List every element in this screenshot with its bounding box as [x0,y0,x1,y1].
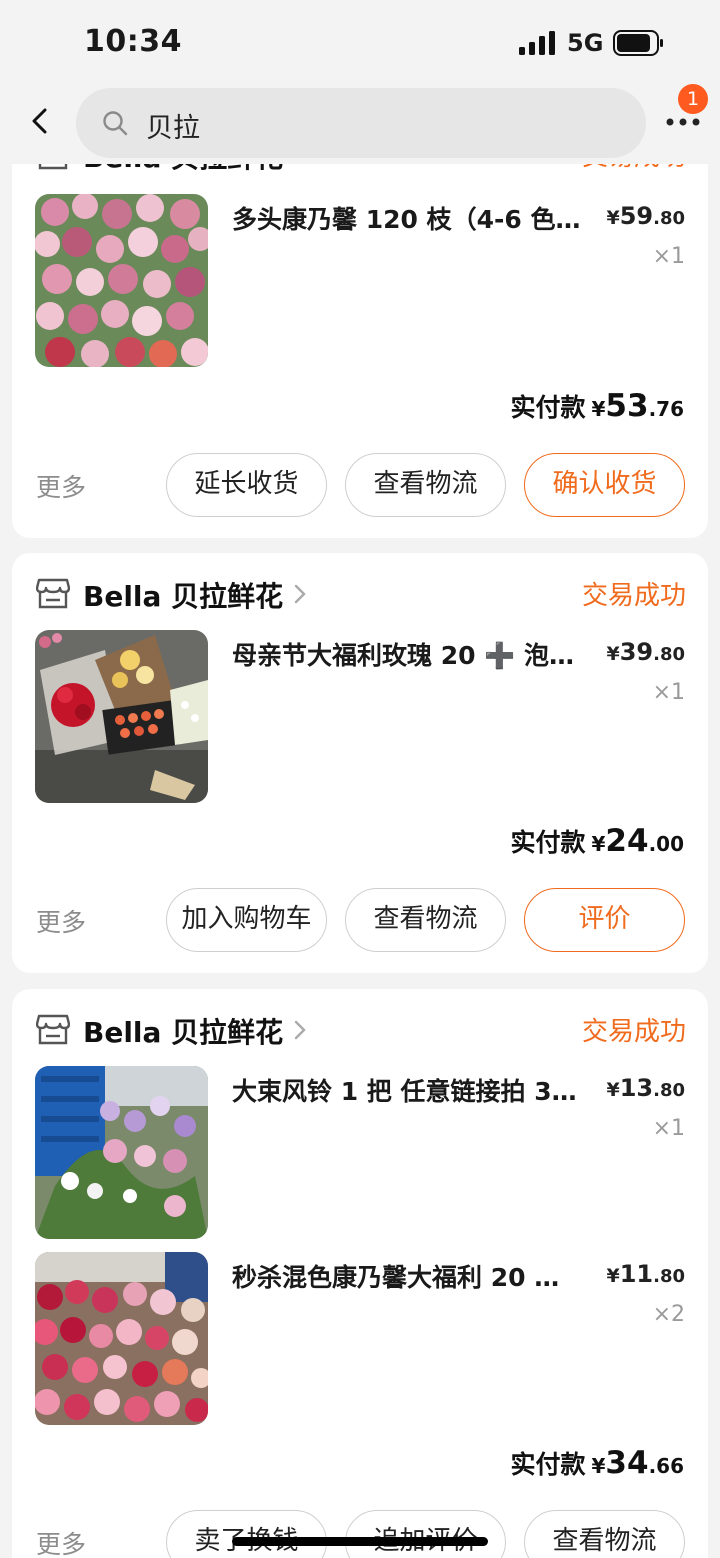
product-title[interactable]: 多头康乃馨 120 枝（4-6 色… [232,200,582,236]
add-to-cart-button[interactable]: 加入购物车 [166,888,327,952]
product-image[interactable] [35,1066,208,1239]
more-dots-icon[interactable] [664,114,704,130]
product-price: ¥11.80 [606,1260,685,1288]
order-card[interactable]: Bella 贝拉鲜花 交易成功 [12,989,708,1558]
product-quantity: ×2 [652,1302,685,1327]
order-status: 交易成功 [581,581,686,611]
product-price: ¥59.80 [606,202,685,230]
more-actions[interactable]: 更多 [36,903,86,939]
product-title[interactable]: 母亲节大福利玫瑰 20 ➕ 泡… [232,636,582,672]
shop-row[interactable]: Bella 贝拉鲜花 交易成功 [36,164,686,174]
order-item[interactable]: 秒杀混色康乃馨大福利 20 枝 … ¥11.80 ×2 [35,1252,685,1426]
search-input[interactable]: 贝拉 [76,88,646,158]
confirm-receipt-button[interactable]: 确认收货 [524,453,685,517]
network-type: 5G [567,29,604,57]
search-query: 贝拉 [146,113,200,144]
shop-row[interactable]: Bella 贝拉鲜花 交易成功 [36,1011,686,1049]
shop-name[interactable]: Bella 贝拉鲜花 [83,164,283,176]
product-image[interactable] [35,194,208,367]
view-logistics-button[interactable]: 查看物流 [524,1510,685,1558]
paid-amount: 实付款 ¥24.00 [510,823,684,859]
chevron-right-icon [294,1020,306,1040]
order-list: Bella 贝拉鲜花 交易成功 [0,164,720,1558]
store-icon [36,578,70,609]
store-icon [38,164,68,170]
signal-icon [519,31,555,55]
view-logistics-button[interactable]: 查看物流 [345,888,506,952]
product-price: ¥39.80 [606,638,685,666]
more-actions[interactable]: 更多 [36,1525,86,1558]
shop-name[interactable]: Bella 贝拉鲜花 [83,575,283,615]
search-icon [103,111,128,136]
view-logistics-button[interactable]: 查看物流 [345,453,506,517]
product-price: ¥13.80 [606,1074,685,1102]
order-status: 交易成功 [582,164,686,173]
battery-icon [613,30,663,56]
home-indicator[interactable] [232,1537,488,1546]
product-title[interactable]: 大束风铃 1 把 任意链接拍 3… [232,1072,582,1108]
order-status: 交易成功 [581,1017,686,1047]
store-icon [36,1014,70,1045]
product-quantity: ×1 [652,244,685,269]
status-bar: 10:34 5G [0,0,720,84]
product-quantity: ×1 [652,680,685,705]
paid-amount: 实付款 ¥34.66 [510,1445,684,1481]
more-actions[interactable]: 更多 [36,468,86,504]
message-badge: 1 [678,84,708,114]
extend-receipt-button[interactable]: 延长收货 [166,453,327,517]
status-time: 10:34 [84,24,182,59]
review-button[interactable]: 评价 [524,888,685,952]
product-image[interactable] [35,1252,208,1425]
order-card[interactable]: Bella 贝拉鲜花 交易成功 [12,164,708,538]
product-title[interactable]: 秒杀混色康乃馨大福利 20 枝 … [232,1258,582,1294]
order-card[interactable]: Bella 贝拉鲜花 交易成功 [12,553,708,973]
order-item[interactable]: 多头康乃馨 120 枝（4-6 色… ¥59.80 ×1 [35,194,685,368]
order-item[interactable]: 母亲节大福利玫瑰 20 ➕ 泡… ¥39.80 ×1 [35,630,685,804]
chevron-right-icon [294,584,306,604]
chevron-left-icon[interactable] [26,106,56,136]
paid-amount: 实付款 ¥53.76 [510,388,684,424]
product-quantity: ×1 [652,1116,685,1141]
shop-name[interactable]: Bella 贝拉鲜花 [83,1011,283,1051]
search-header: 贝拉 1 [0,84,720,164]
product-image[interactable] [35,630,208,803]
shop-row[interactable]: Bella 贝拉鲜花 交易成功 [36,575,686,613]
order-item[interactable]: 大束风铃 1 把 任意链接拍 3… ¥13.80 ×1 [35,1066,685,1240]
resell-button[interactable]: 卖了换钱 [166,1510,327,1558]
add-review-button[interactable]: 追加评价 [345,1510,506,1558]
